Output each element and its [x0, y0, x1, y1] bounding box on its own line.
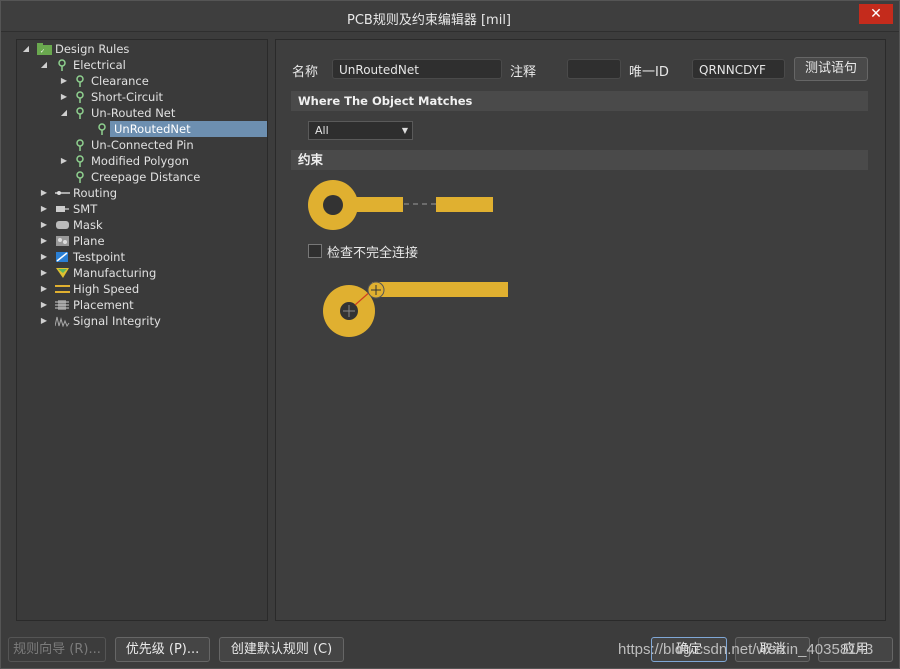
- tree-label: Short-Circuit: [91, 90, 164, 104]
- collapsed-arrow-icon[interactable]: ▶: [39, 265, 49, 281]
- tree-label: Mask: [73, 218, 103, 232]
- comment-label: 注释: [510, 65, 537, 80]
- rule-icon: [76, 155, 84, 167]
- name-field[interactable]: UnRoutedNet: [332, 59, 502, 79]
- where-object-matches-header: Where The Object Matches: [291, 91, 868, 111]
- rule-wizard-button[interactable]: 规则向导 (R)...: [8, 637, 106, 662]
- incomplete-connection-illustration: [323, 281, 508, 337]
- tree-label: Signal Integrity: [73, 314, 161, 328]
- rules-tree: ◢ ✓ Design Rules ◢ Electrical ▶ Clearanc…: [16, 39, 268, 621]
- tree-label: Clearance: [91, 74, 149, 88]
- tree-label: Routing: [73, 186, 118, 200]
- expanded-arrow-icon[interactable]: ◢: [39, 57, 49, 73]
- title-bar: PCB规则及约束编辑器 [mil] ✕: [1, 1, 899, 32]
- tree-label: Placement: [73, 298, 134, 312]
- tree-label: SMT: [73, 202, 98, 216]
- collapsed-arrow-icon[interactable]: ▶: [39, 249, 49, 265]
- comment-field[interactable]: [567, 59, 621, 79]
- rule-icon: [76, 139, 84, 151]
- mask-icon: [56, 221, 69, 229]
- tree-label: Un-Routed Net: [91, 106, 176, 120]
- unique-id-label: 唯一ID: [629, 65, 669, 80]
- priorities-button[interactable]: 优先级 (P)...: [115, 637, 210, 662]
- tree-label: Un-Connected Pin: [91, 138, 194, 152]
- placement-icon: [55, 300, 69, 310]
- tree-label: Modified Polygon: [91, 154, 189, 168]
- check-incomplete-connections-label: 检查不完全连接: [327, 246, 419, 261]
- tree-label: High Speed: [73, 282, 140, 296]
- manufacturing-icon: [56, 268, 69, 278]
- high-speed-icon: [55, 285, 70, 293]
- routing-icon: [55, 191, 70, 195]
- create-default-rules-button[interactable]: 创建默认规则 (C): [219, 637, 344, 662]
- testpoint-icon: [56, 252, 68, 262]
- tree-label: Manufacturing: [73, 266, 157, 280]
- collapsed-arrow-icon[interactable]: ▶: [39, 185, 49, 201]
- rule-instance-icon: [98, 123, 106, 135]
- window-title: PCB规则及约束编辑器 [mil]: [347, 13, 511, 28]
- object-match-value: All: [315, 124, 329, 137]
- collapsed-arrow-icon[interactable]: ▶: [39, 297, 49, 313]
- plane-icon: [56, 236, 69, 246]
- check-incomplete-connections-checkbox[interactable]: [308, 244, 322, 258]
- collapsed-arrow-icon[interactable]: ▶: [59, 73, 69, 89]
- close-button[interactable]: ✕: [859, 4, 893, 24]
- name-label: 名称: [292, 65, 319, 80]
- collapsed-arrow-icon[interactable]: ▶: [39, 281, 49, 297]
- rule-icon: [76, 171, 84, 183]
- chevron-down-icon: ▼: [401, 126, 408, 135]
- rule-icon: [76, 91, 84, 103]
- rule-icon: [76, 75, 84, 87]
- expanded-arrow-icon[interactable]: ◢: [59, 105, 69, 121]
- unique-id-field[interactable]: QRNNCDYF: [692, 59, 785, 79]
- collapsed-arrow-icon[interactable]: ▶: [39, 201, 49, 217]
- collapsed-arrow-icon[interactable]: ▶: [39, 233, 49, 249]
- collapsed-arrow-icon[interactable]: ▶: [39, 313, 49, 329]
- object-match-select[interactable]: All ▼: [308, 121, 413, 140]
- constraints-header: 约束: [291, 150, 868, 170]
- electrical-rule-icon: [58, 59, 66, 71]
- signal-integrity-icon: [55, 316, 70, 327]
- tree-label: Creepage Distance: [91, 170, 201, 184]
- rule-detail-panel: 名称 UnRoutedNet 注释 唯一ID QRNNCDYF 测试语句 Whe…: [275, 39, 886, 621]
- watermark-text: https://blog.csdn.net/weixin_40358143: [618, 641, 874, 658]
- tree-label: Plane: [73, 234, 105, 248]
- collapsed-arrow-icon[interactable]: ▶: [59, 153, 69, 169]
- smt-icon: [56, 206, 69, 212]
- tree-label: Electrical: [73, 58, 126, 72]
- collapsed-arrow-icon[interactable]: ▶: [39, 217, 49, 233]
- rule-editor-window: PCB规则及约束编辑器 [mil] ✕ ◢ ✓ Design Rules ◢ E…: [0, 0, 900, 669]
- rule-icon: [76, 107, 84, 119]
- svg-text:✓: ✓: [40, 48, 45, 55]
- tree-label: Design Rules: [55, 42, 130, 56]
- tree-item-unroutednet-rule[interactable]: UnRoutedNet: [95, 121, 267, 137]
- rules-folder-icon: ✓: [37, 43, 52, 55]
- collapsed-arrow-icon[interactable]: ▶: [59, 89, 69, 105]
- unrouted-net-illustration: [308, 180, 493, 230]
- test-query-button[interactable]: 测试语句: [794, 57, 868, 81]
- tree-label: Testpoint: [73, 250, 125, 264]
- tree-label: UnRoutedNet: [110, 121, 267, 137]
- expanded-arrow-icon[interactable]: ◢: [21, 41, 31, 57]
